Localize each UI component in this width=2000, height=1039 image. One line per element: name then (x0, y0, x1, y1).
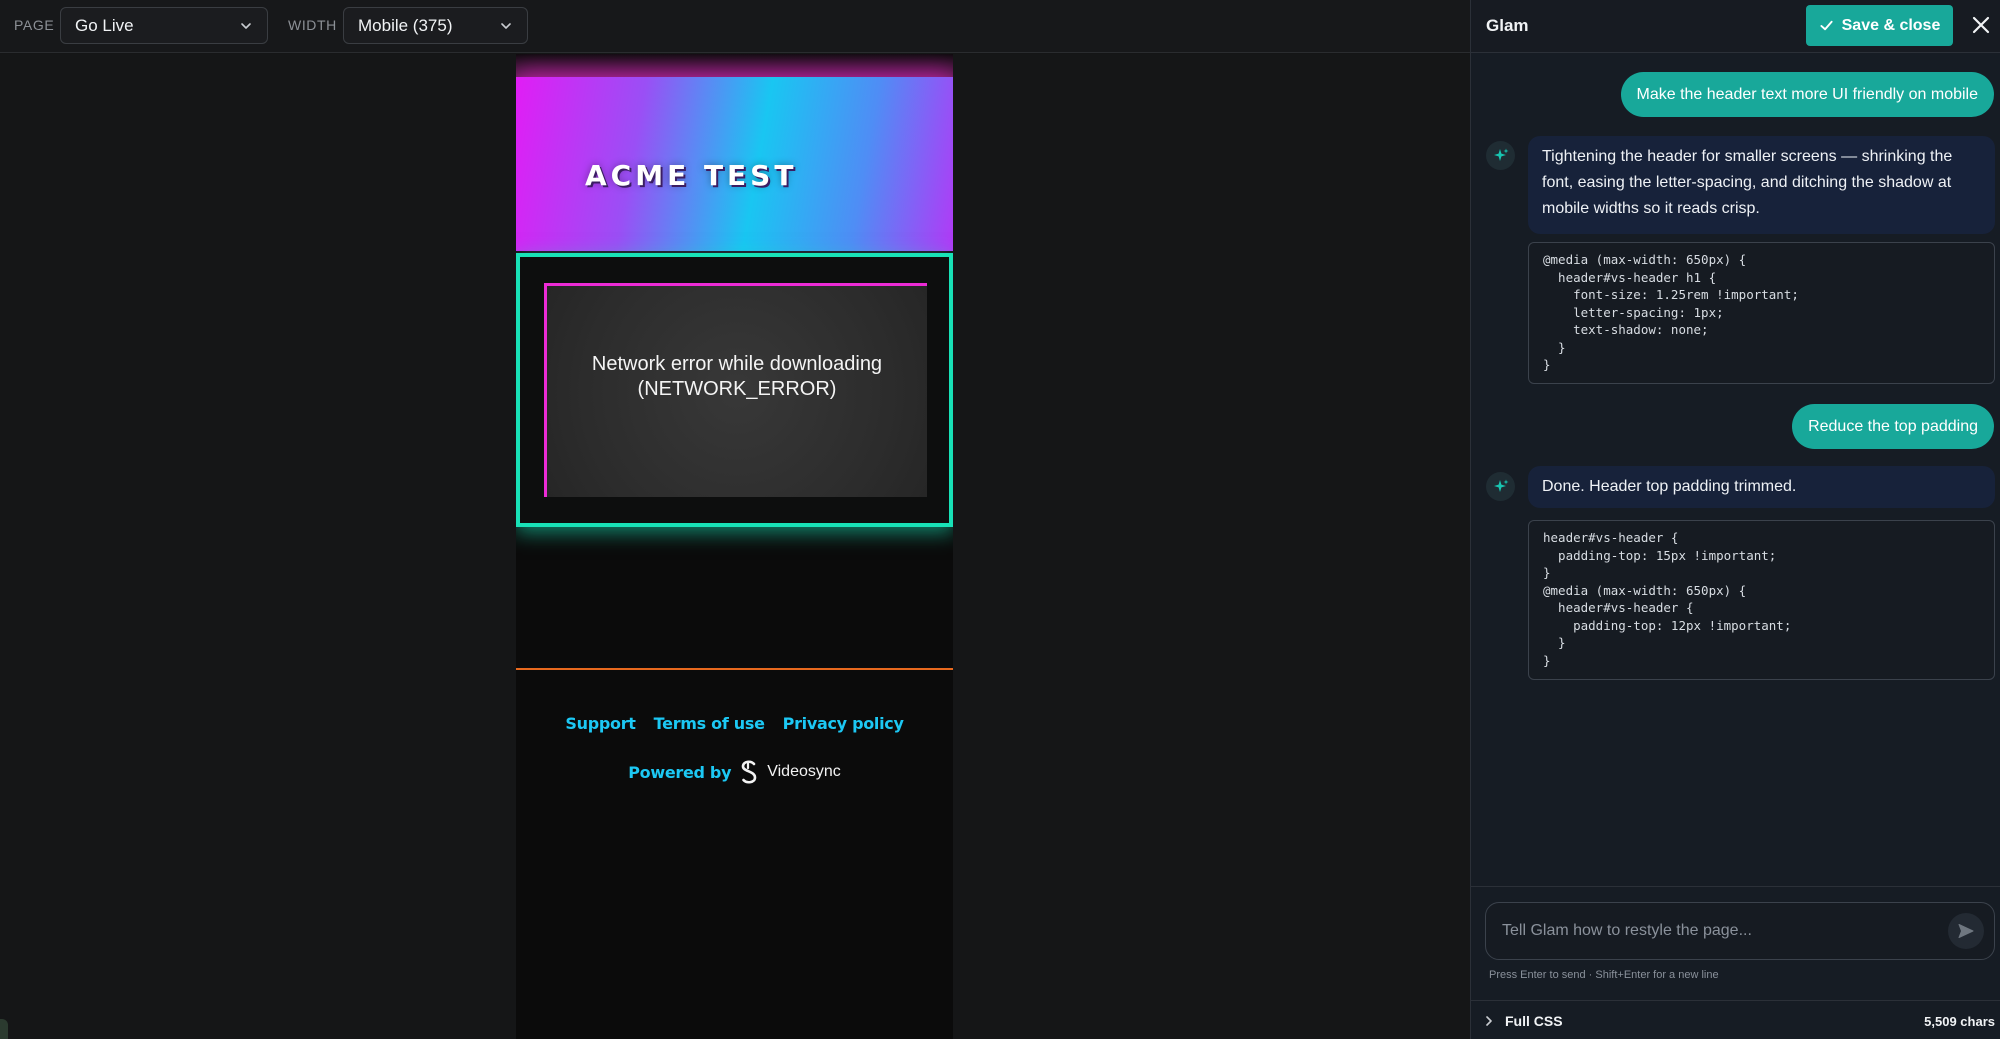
width-select[interactable]: Mobile (375) (343, 7, 528, 44)
video-error-message: Network error while downloading (NETWORK… (591, 353, 883, 400)
code-line: } (1543, 357, 1551, 372)
user-message: Reduce the top padding (1792, 404, 1994, 449)
panel-title: Glam (1486, 16, 1529, 35)
code-line: @media (max-width: 650px) { (1543, 582, 1747, 598)
close-icon[interactable] (1969, 13, 1993, 37)
code-line: text-shadow: none; (1543, 322, 1709, 337)
send-icon (1958, 924, 1974, 938)
powered-by[interactable]: Powered by Videosync (516, 759, 953, 785)
css-code-block: @media (max-width: 650px) { header#vs-he… (1528, 242, 1995, 384)
top-toolbar: PAGE Go Live WIDTH Mobile (375) (0, 0, 1470, 53)
code-line: header#vs-header h1 { (1543, 269, 1717, 285)
footer-links: Support Terms of use Privacy policy (516, 714, 953, 733)
code-line: } (1543, 635, 1566, 650)
code-line: } (1543, 339, 1566, 355)
videosync-logo-icon (741, 760, 757, 784)
assistant-message: Tightening the header for smaller screen… (1528, 136, 1995, 234)
panel-header: Glam Save & close (1471, 0, 2000, 53)
sparkle-icon (1493, 479, 1508, 492)
code-line: } (1543, 565, 1551, 580)
footer-link-terms[interactable]: Terms of use (654, 714, 765, 733)
assistant-message: Done. Header top padding trimmed. (1528, 466, 1995, 508)
full-css-char-count: 5,509 chars (1924, 1014, 1995, 1029)
preview-top-glow (516, 54, 953, 78)
video-player[interactable]: Network error while downloading (NETWORK… (544, 283, 927, 497)
code-line: letter-spacing: 1px; (1543, 304, 1724, 320)
glam-panel: Glam Save & close Make the header text m… (1470, 0, 2000, 1039)
chevron-down-icon (501, 22, 511, 29)
user-message: Make the header text more UI friendly on… (1620, 72, 1994, 117)
full-css-section: Full CSS 5,509 chars (1471, 1000, 2000, 1039)
page-select-value: Go Live (75, 15, 134, 35)
page-header: ACME TEST (516, 77, 953, 251)
code-line: font-size: 1.25rem !important; (1543, 287, 1799, 302)
code-line: padding-top: 15px !important; (1543, 547, 1777, 563)
chevron-right-icon (1486, 1016, 1492, 1026)
glam-avatar (1486, 472, 1515, 501)
width-label: WIDTH (288, 17, 337, 33)
chevron-down-icon (241, 22, 251, 29)
corner-indicator (0, 1019, 8, 1039)
css-code-block: header#vs-header { padding-top: 15px !im… (1528, 520, 1995, 680)
footer-link-privacy[interactable]: Privacy policy (783, 714, 904, 733)
sparkle-icon (1493, 148, 1508, 161)
full-css-toggle[interactable]: Full CSS (1483, 1013, 1563, 1029)
full-css-label: Full CSS (1505, 1013, 1563, 1029)
code-line: padding-top: 12px !important; (1543, 617, 1792, 633)
page-select[interactable]: Go Live (60, 7, 268, 44)
preview-canvas: ACME TEST Network error while downloadin… (0, 54, 1470, 1039)
save-close-label: Save & close (1841, 16, 1941, 34)
mobile-preview: ACME TEST Network error while downloadin… (516, 54, 953, 1039)
footer-link-support[interactable]: Support (565, 714, 636, 733)
code-line: } (1543, 652, 1551, 668)
glam-avatar (1486, 141, 1515, 170)
powered-by-brand: Videosync (767, 763, 841, 780)
video-player-frame: Network error while downloading (NETWORK… (516, 253, 953, 527)
composer-hint: Press Enter to send · Shift+Enter for a … (1489, 969, 1719, 981)
code-line: header#vs-header { (1543, 530, 1679, 545)
width-select-value: Mobile (375) (358, 15, 453, 35)
code-line: header#vs-header { (1543, 600, 1694, 615)
send-button[interactable] (1948, 913, 1984, 949)
header-title: ACME TEST (585, 159, 798, 192)
glam-prompt-input[interactable] (1485, 902, 1995, 960)
save-close-button[interactable]: Save & close (1806, 5, 1953, 46)
code-line: @media (max-width: 650px) { (1543, 252, 1747, 267)
composer: Press Enter to send · Shift+Enter for a … (1471, 886, 2000, 996)
check-icon (1820, 20, 1833, 31)
footer-divider (516, 668, 953, 670)
powered-by-label: Powered by (628, 762, 732, 782)
page-label: PAGE (14, 17, 55, 33)
